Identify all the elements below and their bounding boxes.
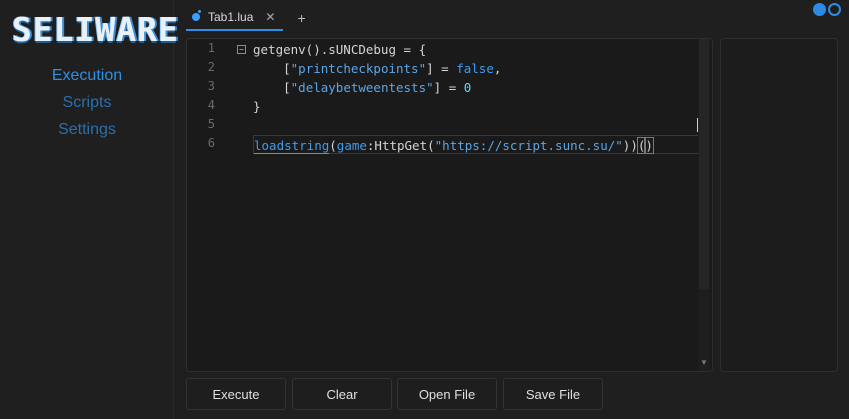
sidebar-item-scripts[interactable]: Scripts	[0, 89, 174, 116]
sidebar-nav: Execution Scripts Settings	[0, 62, 174, 143]
code-line[interactable]: ["printcheckpoints"] = false,	[253, 59, 501, 78]
line-number-gutter: 1 2 3 4 5 6	[187, 39, 235, 371]
line-number: 1	[207, 41, 215, 55]
line-number: 2	[207, 60, 215, 74]
tab-tab1-lua[interactable]: Tab1.lua ✕	[186, 5, 284, 31]
status-indicators	[813, 3, 841, 16]
open-file-button[interactable]: Open File	[397, 378, 497, 410]
code-line-current[interactable]: loadstring(game:HttpGet("https://script.…	[253, 135, 710, 154]
line-number: 4	[207, 98, 215, 112]
status-dot-outline-icon[interactable]	[828, 3, 841, 16]
clear-button[interactable]: Clear	[292, 378, 392, 410]
script-list-panel[interactable]	[720, 38, 838, 372]
line-number: 5	[207, 117, 215, 131]
sidebar: SELIWARE Execution Scripts Settings	[0, 0, 178, 419]
save-file-button[interactable]: Save File	[503, 378, 603, 410]
execute-button[interactable]: Execute	[186, 378, 286, 410]
line-number: 3	[207, 79, 215, 93]
fold-toggle-icon[interactable]: −	[237, 45, 246, 54]
add-tab-button[interactable]: +	[297, 10, 305, 26]
sidebar-item-execution[interactable]: Execution	[0, 62, 174, 89]
code-line[interactable]: }	[253, 97, 261, 116]
scroll-down-icon[interactable]: ▼	[700, 358, 708, 367]
sidebar-item-settings[interactable]: Settings	[0, 116, 174, 143]
code-editor[interactable]: 1 2 3 4 5 6 − getgenv().sUNCDebug = { ["…	[186, 38, 713, 372]
tab-bar: Tab1.lua ✕ +	[186, 4, 306, 32]
tab-label: Tab1.lua	[208, 10, 254, 24]
scrollbar-thumb[interactable]	[699, 39, 709, 289]
line-number: 6	[207, 136, 215, 150]
lua-file-icon	[192, 10, 201, 21]
code-line[interactable]: ["delaybetweentests"] = 0	[253, 78, 471, 97]
app-logo: SELIWARE	[12, 10, 179, 49]
status-dot-filled-icon[interactable]	[813, 3, 826, 16]
editor-scrollbar[interactable]: ▼	[698, 39, 710, 371]
tab-close-icon[interactable]: ✕	[265, 10, 275, 24]
code-line[interactable]: getgenv().sUNCDebug = {	[253, 40, 426, 59]
